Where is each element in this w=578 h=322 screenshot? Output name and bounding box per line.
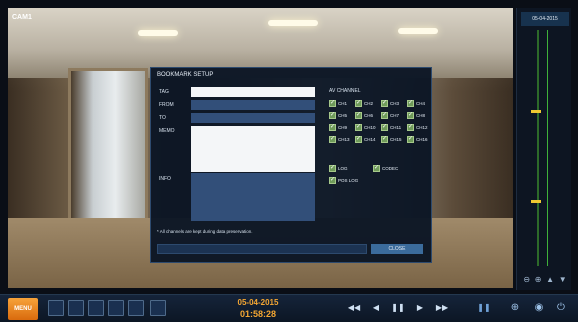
zoom-in-icon[interactable]: ⊕ xyxy=(535,275,542,284)
fast-forward-icon[interactable]: ▶▶ xyxy=(434,300,450,316)
checkbox-icon xyxy=(381,111,388,119)
channel-checkbox[interactable]: CH14 xyxy=(355,135,381,143)
timeline-controls: ⊖ ⊕ ▲ ▼ xyxy=(521,272,569,286)
camera-label: CAM1 xyxy=(12,14,32,21)
checkbox-icon xyxy=(329,111,336,119)
timeline-panel[interactable]: 05-04-2015 ⊖ ⊕ ▲ ▼ xyxy=(516,8,571,290)
checkbox-icon xyxy=(355,99,362,107)
checkbox-icon xyxy=(407,99,414,107)
info-label: INFO xyxy=(159,176,171,182)
memo-label: MEMO xyxy=(159,128,175,134)
step-back-icon[interactable]: ◀ xyxy=(368,300,384,316)
fullscreen-icon[interactable] xyxy=(48,300,64,316)
checkbox-icon xyxy=(407,111,414,119)
channel-checkbox[interactable]: CH6 xyxy=(355,111,381,119)
timeline-date: 05-04-2015 xyxy=(521,12,569,26)
fast-rewind-icon[interactable]: ◀◀ xyxy=(346,300,362,316)
channel-checkbox[interactable]: CH1 xyxy=(329,99,355,107)
sequence-icon[interactable] xyxy=(150,300,166,316)
checkbox-icon xyxy=(355,123,362,131)
close-button[interactable]: CLOSE xyxy=(371,244,423,254)
av-channel-title: AV CHANNEL xyxy=(329,88,361,94)
checkbox-icon xyxy=(329,176,336,184)
pos-log-checkbox[interactable]: POS LOG xyxy=(329,176,358,184)
timeline-track-secondary[interactable] xyxy=(547,30,548,266)
to-field[interactable] xyxy=(191,113,315,123)
channel-checkbox[interactable]: CH2 xyxy=(355,99,381,107)
bookmark-marker[interactable] xyxy=(531,110,541,113)
power-icon[interactable]: ⏻ xyxy=(552,299,570,317)
channel-checkbox[interactable]: CH10 xyxy=(355,123,381,131)
layout-9-icon[interactable] xyxy=(108,300,124,316)
to-label: TO xyxy=(159,115,166,121)
checkbox-icon xyxy=(329,164,336,172)
info-box xyxy=(191,173,315,221)
channel-checkbox[interactable]: CH5 xyxy=(329,111,355,119)
channel-checkbox[interactable]: CH15 xyxy=(381,135,407,143)
datetime-display: 05-04-2015 01:58:28 xyxy=(228,298,288,320)
zoom-out-icon[interactable]: ⊖ xyxy=(523,275,530,284)
ceiling-light xyxy=(398,28,438,34)
tag-label: TAG xyxy=(159,89,169,95)
camera-snapshot-icon[interactable]: ◉ xyxy=(530,299,548,317)
channel-checkbox[interactable]: CH11 xyxy=(381,123,407,131)
channel-grid: CH1 CH2 CH3 CH4 CH5 CH6 CH7 CH8 CH9 CH10… xyxy=(329,99,433,143)
checkbox-icon xyxy=(355,135,362,143)
play-icon[interactable]: ▶ xyxy=(412,300,428,316)
channel-checkbox[interactable]: CH7 xyxy=(381,111,407,119)
current-date: 05-04-2015 xyxy=(237,298,279,307)
checkbox-icon xyxy=(381,99,388,107)
channel-checkbox[interactable]: CH16 xyxy=(407,135,433,143)
layout-1-icon[interactable] xyxy=(68,300,84,316)
checkbox-icon xyxy=(373,164,380,172)
tag-input[interactable] xyxy=(191,87,315,97)
checkbox-icon xyxy=(407,123,414,131)
dialog-status-strip xyxy=(157,244,367,254)
scroll-up-icon[interactable]: ▲ xyxy=(546,275,554,284)
checkbox-icon xyxy=(381,123,388,131)
checkbox-icon xyxy=(329,99,336,107)
zoom-icon[interactable]: ⊕ xyxy=(506,299,524,317)
channel-checkbox[interactable]: CH9 xyxy=(329,123,355,131)
checkbox-icon xyxy=(381,135,388,143)
codec-checkbox[interactable]: CODEC xyxy=(373,164,398,172)
bookmark-marker[interactable] xyxy=(531,200,541,203)
log-checkbox[interactable]: LOG xyxy=(329,164,348,172)
channel-checkbox[interactable]: CH12 xyxy=(407,123,433,131)
bottom-bar: MENU 05-04-2015 01:58:28 ◀◀ ◀ ❚❚ ▶ ▶▶ ❚❚… xyxy=(0,294,578,322)
timeline-track[interactable] xyxy=(537,30,539,266)
memo-input[interactable] xyxy=(191,126,315,172)
preservation-note: * All channels are kept during data pres… xyxy=(157,229,253,234)
layout-16-icon[interactable] xyxy=(128,300,144,316)
live-pause-icon[interactable]: ❚❚ xyxy=(476,300,492,316)
ceiling-light xyxy=(268,20,318,26)
ceiling-light xyxy=(138,30,178,36)
channel-checkbox[interactable]: CH8 xyxy=(407,111,433,119)
dialog-title: BOOKMARK SETUP xyxy=(157,72,214,78)
bookmark-setup-dialog: BOOKMARK SETUP TAG FROM TO MEMO INFO AV … xyxy=(150,67,432,263)
checkbox-icon xyxy=(355,111,362,119)
layout-4-icon[interactable] xyxy=(88,300,104,316)
current-time: 01:58:28 xyxy=(239,309,277,319)
checkbox-icon xyxy=(329,135,336,143)
channel-checkbox[interactable]: CH4 xyxy=(407,99,433,107)
menu-button[interactable]: MENU xyxy=(8,298,38,320)
checkbox-icon xyxy=(329,123,336,131)
channel-checkbox[interactable]: CH13 xyxy=(329,135,355,143)
from-label: FROM xyxy=(159,102,174,108)
channel-checkbox[interactable]: CH3 xyxy=(381,99,407,107)
checkbox-icon xyxy=(407,135,414,143)
from-field[interactable] xyxy=(191,100,315,110)
pause-icon[interactable]: ❚❚ xyxy=(390,300,406,316)
scroll-down-icon[interactable]: ▼ xyxy=(559,275,567,284)
